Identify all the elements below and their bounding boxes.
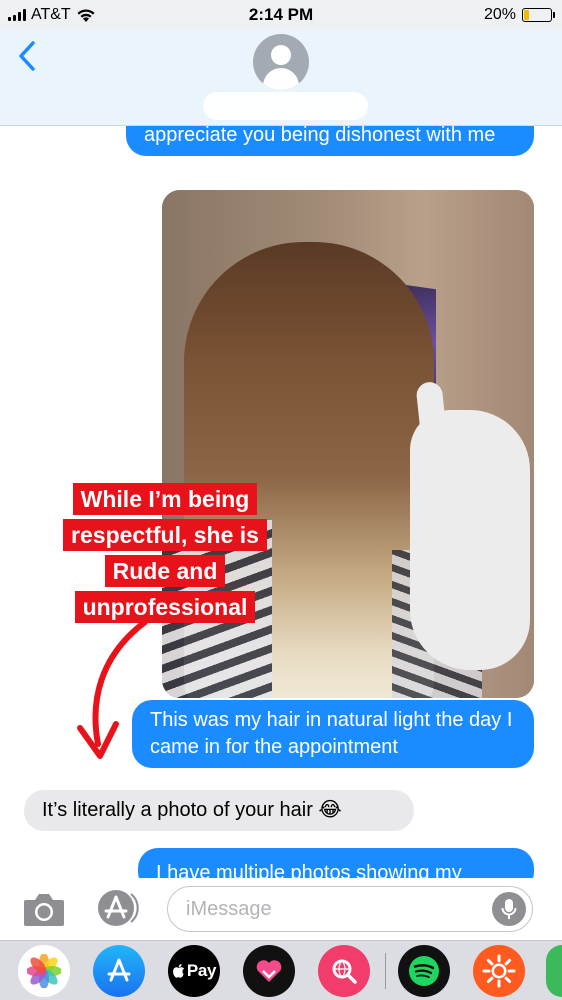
drawer-divider xyxy=(385,953,386,989)
partial-app-icon[interactable] xyxy=(546,945,562,997)
sent-message-bubble[interactable]: I have multiple photos showing my xyxy=(138,848,534,878)
message-text: I have multiple photos showing my xyxy=(156,862,462,878)
imessage-input[interactable]: iMessage xyxy=(167,886,533,932)
contact-avatar[interactable] xyxy=(253,34,309,90)
status-bar: AT&T 2:14 PM 20% xyxy=(0,0,562,30)
battery-fill xyxy=(524,10,530,20)
sun-app-icon[interactable] xyxy=(473,945,525,997)
app-drawer: Pay xyxy=(0,940,562,1000)
apps-button[interactable] xyxy=(94,888,140,928)
redaction-scribble xyxy=(410,410,530,670)
apple-pay-label: Pay xyxy=(186,961,217,980)
camera-icon xyxy=(24,894,64,926)
message-thread[interactable]: appreciate you being dishonest with me W… xyxy=(0,126,562,878)
microphone-button[interactable] xyxy=(492,892,526,926)
back-button[interactable] xyxy=(12,38,42,74)
red-annotation-label: While I’m being respectful, she is Rude … xyxy=(55,481,275,625)
message-text: It’s literally a photo of your hair 😂 xyxy=(42,799,342,821)
photos-app-icon[interactable] xyxy=(18,945,70,997)
conversation-header xyxy=(0,30,562,126)
status-right: 20% xyxy=(483,6,555,24)
imessage-placeholder: iMessage xyxy=(186,898,272,920)
spotify-app-icon[interactable] xyxy=(398,945,450,997)
web-search-app-icon[interactable] xyxy=(318,945,370,997)
annotation-text: While I’m being respectful, she is Rude … xyxy=(63,483,267,623)
apple-pay-app-icon[interactable]: Pay xyxy=(168,945,220,997)
contact-name-redacted[interactable] xyxy=(203,92,368,120)
chevron-left-icon xyxy=(19,41,35,71)
message-text: This was my hair in natural light the da… xyxy=(150,709,513,758)
status-time: 2:14 PM xyxy=(248,5,314,24)
microphone-icon xyxy=(501,899,517,919)
compose-bar: iMessage xyxy=(0,878,562,940)
app-store-icon xyxy=(98,890,139,926)
sent-message-bubble[interactable]: appreciate you being dishonest with me xyxy=(126,126,534,156)
battery-percent: 20% xyxy=(483,6,516,23)
camera-button[interactable] xyxy=(22,890,66,928)
person-silhouette-icon xyxy=(271,45,291,65)
message-text: appreciate you being dishonest with me xyxy=(144,126,496,146)
app-store-app-icon[interactable] xyxy=(93,945,145,997)
sent-message-bubble[interactable]: This was my hair in natural light the da… xyxy=(132,700,534,768)
battery-icon xyxy=(522,8,555,22)
received-message-bubble[interactable]: It’s literally a photo of your hair 😂 xyxy=(24,790,414,831)
heart-app-icon[interactable] xyxy=(243,945,295,997)
